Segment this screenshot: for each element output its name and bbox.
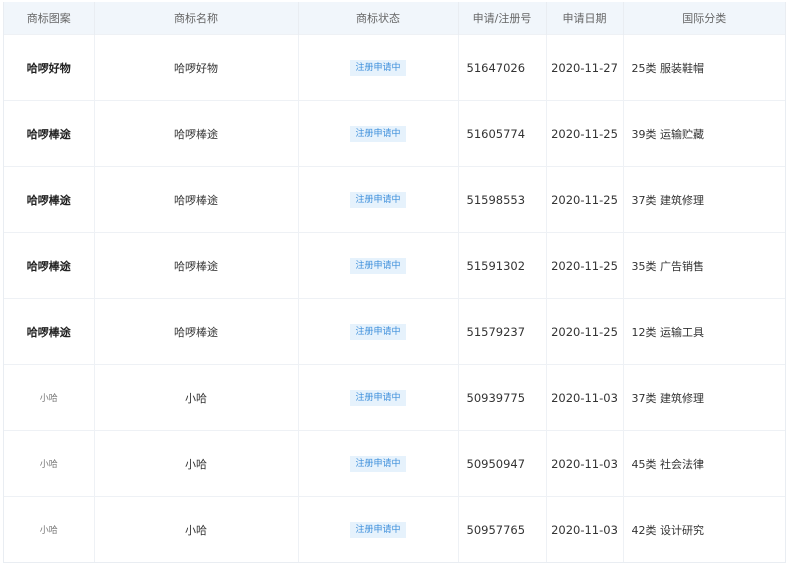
trademark-name[interactable]: 哈啰棒途	[94, 166, 299, 233]
table-row[interactable]: 小哈 小哈 注册申请中 50950947 2020-11-03 45类 社会法律	[4, 430, 785, 497]
apply-date: 2020-11-27	[546, 34, 624, 101]
table-row[interactable]: 小哈 小哈 注册申请中 50939775 2020-11-03 37类 建筑修理	[4, 364, 785, 431]
trademark-name[interactable]: 哈啰棒途	[94, 232, 299, 299]
reg-number: 51647026	[458, 34, 547, 101]
trademark-name[interactable]: 小哈	[94, 496, 299, 562]
trademark-name[interactable]: 小哈	[94, 430, 299, 497]
status-badge: 注册申请中	[350, 455, 406, 472]
apply-date: 2020-11-25	[546, 298, 624, 365]
trademark-logo: 小哈	[4, 364, 95, 431]
logo-text: 哈啰棒途	[26, 325, 71, 339]
status-cell: 注册申请中	[298, 430, 459, 497]
header-logo: 商标图案	[4, 2, 95, 35]
logo-text: 哈啰棒途	[26, 259, 71, 273]
logo-text: 小哈	[39, 460, 58, 470]
trademark-logo: 哈啰好物	[4, 34, 95, 101]
trademark-logo: 小哈	[4, 496, 95, 562]
reg-number: 51591302	[458, 232, 547, 299]
intl-class: 12类 运输工具	[623, 298, 785, 365]
status-cell: 注册申请中	[298, 364, 459, 431]
logo-text: 小哈	[39, 394, 58, 404]
table-header-row: 商标图案 商标名称 商标状态 申请/注册号 申请日期 国际分类	[4, 2, 785, 35]
status-cell: 注册申请中	[298, 166, 459, 233]
status-badge: 注册申请中	[350, 521, 406, 538]
header-class: 国际分类	[623, 2, 785, 35]
trademark-logo: 哈啰棒途	[4, 298, 95, 365]
reg-number: 50939775	[458, 364, 547, 431]
trademark-logo: 小哈	[4, 430, 95, 497]
trademark-name[interactable]: 哈啰好物	[94, 34, 299, 101]
reg-number: 50950947	[458, 430, 547, 497]
logo-text: 小哈	[39, 526, 58, 536]
table-row[interactable]: 哈啰棒途 哈啰棒途 注册申请中 51579237 2020-11-25 12类 …	[4, 298, 785, 365]
intl-class: 42类 设计研究	[623, 496, 785, 562]
trademark-name[interactable]: 哈啰棒途	[94, 298, 299, 365]
apply-date: 2020-11-03	[546, 364, 624, 431]
intl-class: 45类 社会法律	[623, 430, 785, 497]
intl-class: 39类 运输贮藏	[623, 100, 785, 167]
status-badge: 注册申请中	[350, 59, 406, 76]
status-cell: 注册申请中	[298, 232, 459, 299]
logo-text: 哈啰好物	[26, 61, 71, 75]
status-cell: 注册申请中	[298, 298, 459, 365]
status-cell: 注册申请中	[298, 496, 459, 562]
reg-number: 51579237	[458, 298, 547, 365]
header-name: 商标名称	[94, 2, 299, 35]
trademark-name[interactable]: 哈啰棒途	[94, 100, 299, 167]
apply-date: 2020-11-25	[546, 232, 624, 299]
trademark-logo: 哈啰棒途	[4, 232, 95, 299]
header-status: 商标状态	[298, 2, 459, 35]
trademark-logo: 哈啰棒途	[4, 166, 95, 233]
status-cell: 注册申请中	[298, 34, 459, 101]
status-badge: 注册申请中	[350, 125, 406, 142]
intl-class: 25类 服装鞋帽	[623, 34, 785, 101]
table-row[interactable]: 小哈 小哈 注册申请中 50957765 2020-11-03 42类 设计研究	[4, 496, 785, 562]
reg-number: 51605774	[458, 100, 547, 167]
intl-class: 37类 建筑修理	[623, 364, 785, 431]
apply-date: 2020-11-03	[546, 496, 624, 562]
apply-date: 2020-11-03	[546, 430, 624, 497]
status-badge: 注册申请中	[350, 389, 406, 406]
table-row[interactable]: 哈啰棒途 哈啰棒途 注册申请中 51605774 2020-11-25 39类 …	[4, 100, 785, 167]
table-row[interactable]: 哈啰棒途 哈啰棒途 注册申请中 51598553 2020-11-25 37类 …	[4, 166, 785, 233]
apply-date: 2020-11-25	[546, 166, 624, 233]
intl-class: 35类 广告销售	[623, 232, 785, 299]
trademark-logo: 哈啰棒途	[4, 100, 95, 167]
logo-text: 哈啰棒途	[26, 193, 71, 207]
intl-class: 37类 建筑修理	[623, 166, 785, 233]
status-badge: 注册申请中	[350, 191, 406, 208]
trademark-table: 商标图案 商标名称 商标状态 申请/注册号 申请日期 国际分类 哈啰好物 哈啰好…	[3, 2, 786, 563]
header-reg-no: 申请/注册号	[458, 2, 547, 35]
reg-number: 51598553	[458, 166, 547, 233]
logo-text: 哈啰棒途	[26, 127, 71, 141]
status-badge: 注册申请中	[350, 257, 406, 274]
status-badge: 注册申请中	[350, 323, 406, 340]
reg-number: 50957765	[458, 496, 547, 562]
table-row[interactable]: 哈啰棒途 哈啰棒途 注册申请中 51591302 2020-11-25 35类 …	[4, 232, 785, 299]
apply-date: 2020-11-25	[546, 100, 624, 167]
header-date: 申请日期	[546, 2, 624, 35]
trademark-name[interactable]: 小哈	[94, 364, 299, 431]
status-cell: 注册申请中	[298, 100, 459, 167]
table-row[interactable]: 哈啰好物 哈啰好物 注册申请中 51647026 2020-11-27 25类 …	[4, 34, 785, 101]
